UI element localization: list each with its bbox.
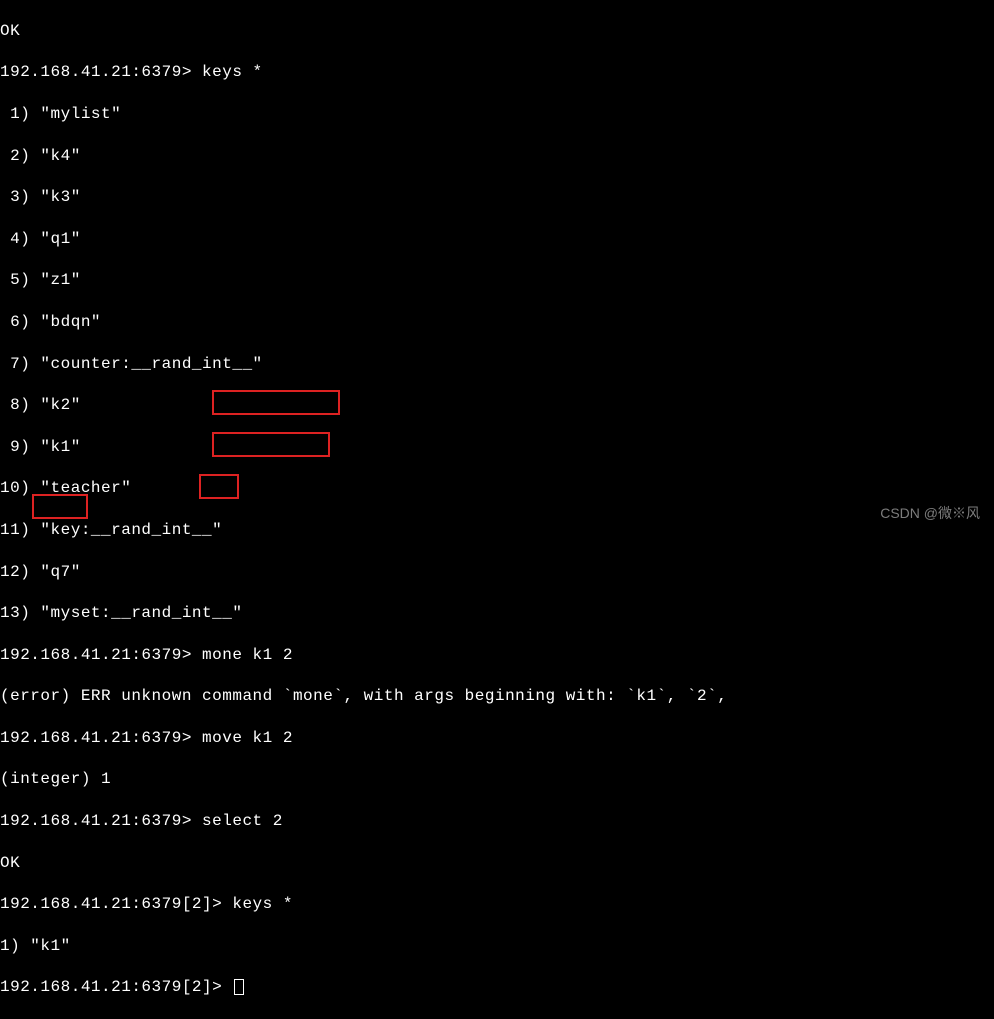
prompt-line: 192.168.41.21:6379> mone k1 2 <box>0 645 994 666</box>
output-line: 6) "bdqn" <box>0 312 994 333</box>
current-prompt[interactable]: 192.168.41.21:6379[2]> <box>0 977 994 998</box>
output-line: 12) "q7" <box>0 562 994 583</box>
output-line: 1) "k1" <box>0 936 994 957</box>
prompt-line: 192.168.41.21:6379> keys * <box>0 62 994 83</box>
output-line: OK <box>0 853 994 874</box>
prompt-line: 192.168.41.21:6379[2]> keys * <box>0 894 994 915</box>
output-line: 1) "mylist" <box>0 104 994 125</box>
output-line: OK <box>0 21 994 42</box>
output-line: 3) "k3" <box>0 187 994 208</box>
output-line: 13) "myset:__rand_int__" <box>0 603 994 624</box>
output-line: (integer) 1 <box>0 769 994 790</box>
terminal-output[interactable]: OK 192.168.41.21:6379> keys * 1) "mylist… <box>0 0 994 1019</box>
output-line: 10) "teacher" <box>0 478 994 499</box>
prompt-line: 192.168.41.21:6379> select 2 <box>0 811 994 832</box>
cursor-icon <box>234 979 244 995</box>
output-line: 8) "k2" <box>0 395 994 416</box>
watermark-text: CSDN @微※风 <box>880 504 980 522</box>
output-line: 4) "q1" <box>0 229 994 250</box>
error-line: (error) ERR unknown command `mone`, with… <box>0 686 994 707</box>
prompt-line: 192.168.41.21:6379> move k1 2 <box>0 728 994 749</box>
output-line: 5) "z1" <box>0 270 994 291</box>
output-line: 7) "counter:__rand_int__" <box>0 354 994 375</box>
output-line: 2) "k4" <box>0 146 994 167</box>
output-line: 9) "k1" <box>0 437 994 458</box>
prompt-text: 192.168.41.21:6379[2]> <box>0 978 232 996</box>
output-line: 11) "key:__rand_int__" <box>0 520 994 541</box>
